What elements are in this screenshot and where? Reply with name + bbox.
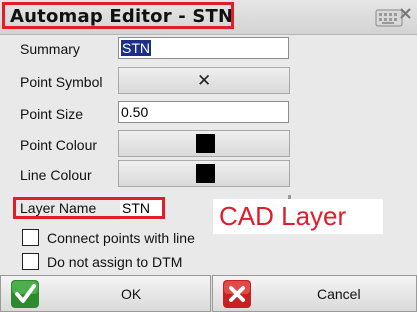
point-symbol-icon: ✕ [197, 71, 212, 90]
point-size-input[interactable]: 0.50 [118, 101, 289, 123]
connect-points-label: Connect points with line [47, 230, 195, 246]
point-colour-label: Point Colour [20, 137, 98, 153]
x-icon [223, 280, 251, 308]
summary-value: STN [121, 40, 151, 56]
ok-label: OK [121, 286, 142, 302]
summary-label: Summary [20, 41, 80, 57]
line-colour-label: Line Colour [20, 167, 92, 183]
point-colour-swatch [196, 134, 215, 153]
button-bar: OK Cancel [0, 275, 417, 312]
check-icon [11, 280, 39, 308]
point-symbol-button[interactable]: ✕ [118, 67, 290, 94]
point-symbol-label: Point Symbol [20, 74, 103, 90]
ok-button[interactable]: OK [0, 275, 211, 312]
point-size-label: Point Size [20, 106, 84, 122]
title-bar: Automap Editor - STN [0, 0, 417, 35]
summary-input[interactable]: STN [118, 37, 289, 59]
no-dtm-label: Do not assign to DTM [47, 254, 183, 270]
line-colour-button[interactable] [118, 160, 290, 187]
line-colour-swatch [196, 164, 215, 183]
keyboard-icon[interactable] [375, 8, 411, 28]
title-highlight-box [2, 2, 234, 29]
layer-name-highlight-box [13, 197, 165, 219]
cancel-label: Cancel [317, 286, 361, 302]
point-colour-button[interactable] [118, 130, 290, 157]
connect-points-checkbox[interactable] [22, 229, 39, 246]
cad-layer-annotation: CAD Layer [213, 199, 383, 234]
no-dtm-checkbox[interactable] [22, 253, 39, 270]
cancel-button[interactable]: Cancel [212, 275, 417, 312]
automap-editor-window: Automap Editor - STN Summary STN Point S… [0, 0, 417, 312]
